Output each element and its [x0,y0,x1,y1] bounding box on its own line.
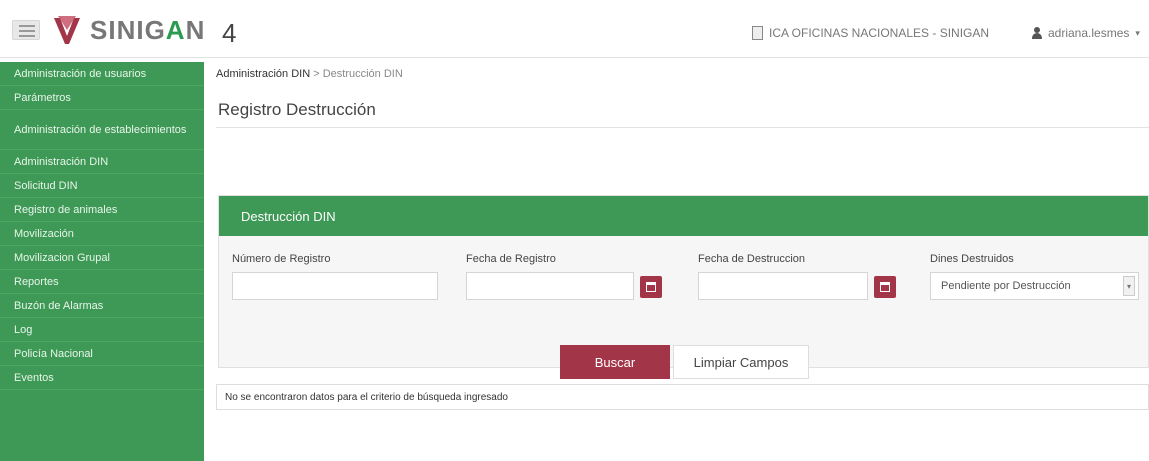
office-selector[interactable]: ICA OFICINAS NACIONALES - SINIGAN [752,26,989,40]
fecha-destruccion-label: Fecha de Destruccion [698,253,805,265]
top-header: SINIGAN 4 ICA OFICINAS NACIONALES - SINI… [0,0,1149,58]
sidebar-item-eventos[interactable]: Eventos [0,366,204,390]
office-name: ICA OFICINAS NACIONALES - SINIGAN [769,26,990,40]
sidebar-item-parametros[interactable]: Parámetros [0,86,204,110]
brand-name: SINIGAN [90,15,206,45]
sidebar-item-movilizacion-grupal[interactable]: Movilizacion Grupal [0,246,204,270]
logo-icon [54,16,80,44]
numero-registro-label: Número de Registro [232,253,331,265]
sidebar-item-buzon-alarmas[interactable]: Buzón de Alarmas [0,294,204,318]
no-results-message: No se encontraron datos para el criterio… [216,384,1149,410]
user-name: adriana.lesmes [1048,26,1130,40]
breadcrumb-parent[interactable]: Administración DIN [216,68,310,80]
breadcrumb-separator: > [313,68,320,80]
calendar-icon[interactable] [874,276,896,298]
breadcrumb-current: Destrucción DIN [322,68,403,80]
numero-registro-input[interactable] [232,272,438,300]
chevron-down-icon: ▾ [1135,27,1140,38]
sidebar-item-log[interactable]: Log [0,318,204,342]
sidebar-item-administracion-establecimientos[interactable]: Administración de establecimientos [0,110,204,150]
sidebar: Administración de usuarios Parámetros Ad… [0,62,204,461]
dines-destruidos-label: Dines Destruidos [930,253,1014,265]
sidebar-item-solicitud-din[interactable]: Solicitud DIN [0,174,204,198]
fecha-registro-label: Fecha de Registro [466,253,556,265]
calendar-icon[interactable] [640,276,662,298]
brand-version: 4 [222,18,237,48]
user-menu[interactable]: adriana.lesmes ▾ [1032,26,1140,40]
sidebar-item-registro-animales[interactable]: Registro de animales [0,198,204,222]
sidebar-item-administracion-din[interactable]: Administración DIN [0,150,204,174]
breadcrumb: Administración DIN > Destrucción DIN [216,68,403,80]
sidebar-item-movilizacion[interactable]: Movilización [0,222,204,246]
select-arrow-icon: ▾ [1123,276,1135,296]
dines-destruidos-select[interactable]: Pendiente por Destrucción ▾ [930,272,1139,300]
fecha-destruccion-input[interactable] [698,272,868,300]
sidebar-item-reportes[interactable]: Reportes [0,270,204,294]
title-divider [216,127,1149,128]
dines-destruidos-value: Pendiente por Destrucción [941,280,1071,292]
clear-fields-button[interactable]: Limpiar Campos [673,345,809,379]
sidebar-item-policia-nacional[interactable]: Policía Nacional [0,342,204,366]
sidebar-item-administracion-usuarios[interactable]: Administración de usuarios [0,62,204,86]
hamburger-menu-icon[interactable] [12,20,40,40]
user-icon [1032,27,1042,39]
page-title: Registro Destrucción [218,100,376,119]
fecha-registro-input[interactable] [466,272,634,300]
search-button[interactable]: Buscar [560,345,670,379]
building-icon [752,26,763,40]
panel-title: Destrucción DIN [219,196,1148,236]
